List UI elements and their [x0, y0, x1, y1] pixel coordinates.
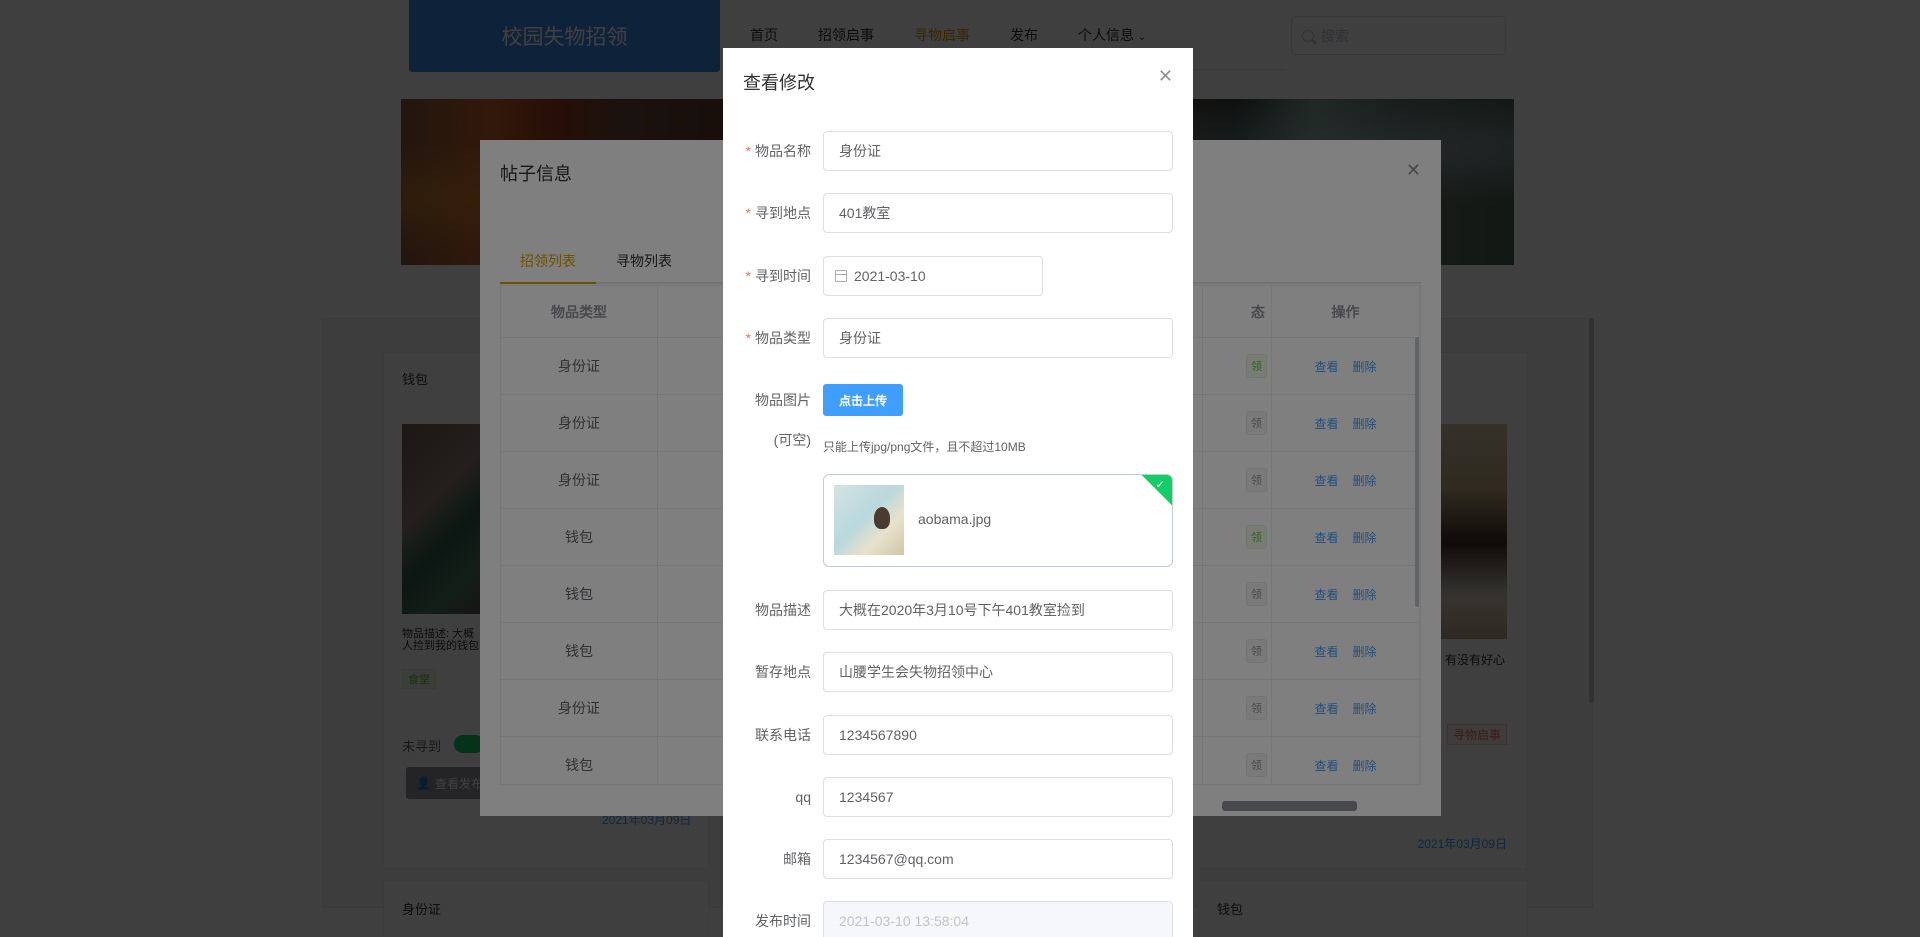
- phone-field[interactable]: 1234567890: [823, 715, 1173, 755]
- field-label-text: 寻到地点: [755, 205, 811, 221]
- field-label: 联系电话: [755, 727, 811, 743]
- field-label: * 寻到地点: [745, 205, 811, 221]
- found-place-field[interactable]: 401教室: [823, 193, 1173, 233]
- dialog-title: 查看修改: [743, 73, 815, 93]
- field-label-optional: (可空): [773, 432, 811, 448]
- description-field[interactable]: 大概在2020年3月10号下午401教室捡到: [823, 590, 1173, 630]
- item-name-field[interactable]: 身份证: [823, 131, 1173, 171]
- field-label: 物品描述: [755, 602, 811, 618]
- field-label-text: 物品类型: [755, 330, 811, 346]
- field-label: * 寻到时间: [745, 268, 811, 284]
- publish-time-field: 2021-03-10 13:58:04: [823, 901, 1173, 937]
- calendar-icon: [835, 270, 847, 282]
- email-field[interactable]: 1234567@qq.com: [823, 839, 1173, 879]
- found-time-date-picker[interactable]: 2021-03-10: [823, 256, 1043, 296]
- field-label-text: 寻到时间: [755, 268, 811, 284]
- file-name: aobama.jpg: [918, 511, 992, 527]
- field-label-text: 物品名称: [755, 143, 811, 159]
- upload-button[interactable]: 点击上传: [823, 384, 903, 416]
- qq-field[interactable]: 1234567: [823, 777, 1173, 817]
- field-label-text: 物品图片: [755, 392, 811, 408]
- storage-place-field[interactable]: 山腰学生会失物招领中心: [823, 652, 1173, 692]
- close-icon[interactable]: ✕: [1158, 66, 1173, 87]
- uploaded-file-card[interactable]: aobama.jpg ✓: [823, 474, 1173, 567]
- field-label: qq: [795, 789, 811, 805]
- item-type-field[interactable]: 身份证: [823, 318, 1173, 358]
- field-label: * 物品名称: [745, 143, 811, 159]
- check-icon: ✓: [1155, 479, 1165, 491]
- file-thumbnail: [834, 485, 904, 555]
- field-label: 邮箱: [783, 851, 811, 867]
- upload-tip: 只能上传jpg/png文件，且不超过10MB: [823, 440, 1026, 454]
- found-time-value: 2021-03-10: [854, 268, 926, 284]
- field-label: 发布时间: [755, 913, 811, 929]
- edit-dialog: 查看修改 ✕ * 物品名称 身份证 * 寻到地点 401教室 * 寻到时间 2021-…: [723, 48, 1193, 937]
- field-label: 物品图片 (可空): [723, 391, 811, 449]
- field-label: 暂存地点: [755, 664, 811, 680]
- field-label: * 物品类型: [745, 330, 811, 346]
